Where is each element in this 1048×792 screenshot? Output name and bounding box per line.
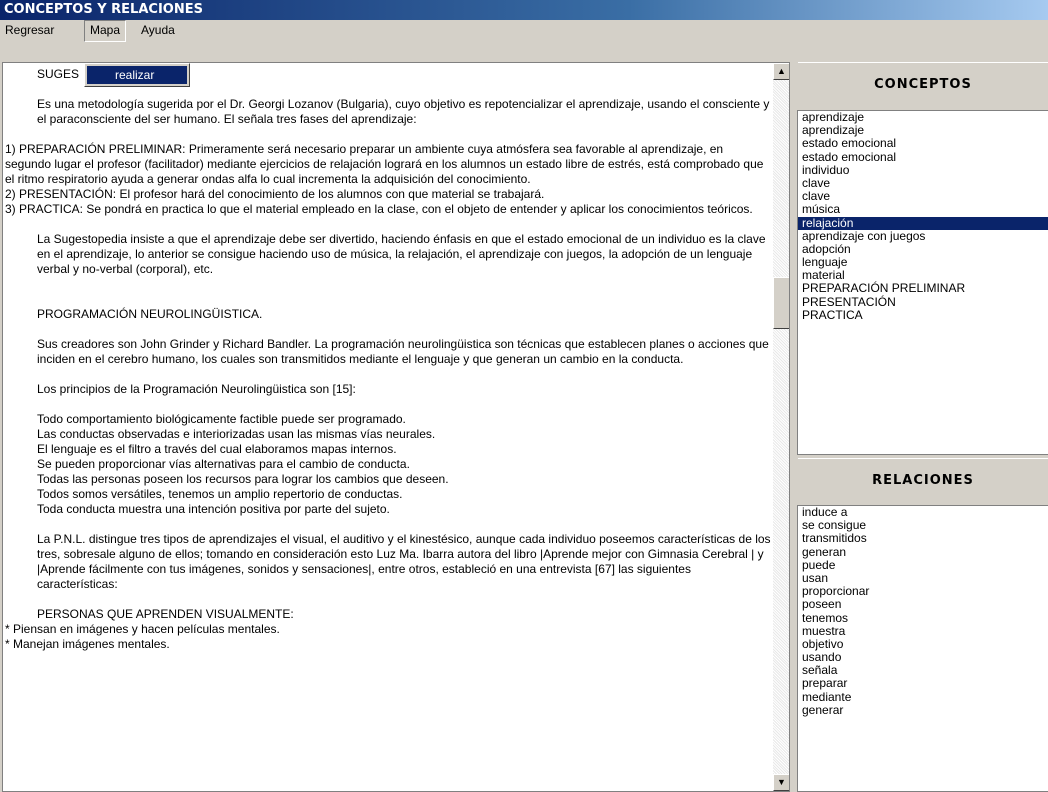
document-blank-line <box>5 277 771 292</box>
relaciones-list-item[interactable]: generan <box>798 545 1048 559</box>
document-paragraph: Toda conducta muestra una intención posi… <box>37 502 390 516</box>
document-blank-line <box>5 127 771 142</box>
relaciones-list-item[interactable]: generar <box>798 703 1048 717</box>
menu-regresar[interactable]: Regresar <box>0 20 59 40</box>
conceptos-header: CONCEPTOS <box>798 62 1048 107</box>
conceptos-list-item[interactable]: individuo <box>798 163 1048 177</box>
document-paragraph: 3) PRACTICA: Se pondrá en practica lo qu… <box>5 202 753 216</box>
document-blank-line <box>5 397 771 412</box>
conceptos-list-item[interactable]: aprendizaje con juegos <box>798 229 1048 243</box>
conceptos-list-item[interactable]: relajación <box>798 216 1048 230</box>
document-paragraph: * Manejan imágenes mentales. <box>5 637 170 651</box>
document-paragraph: El lenguaje es el filtro a través del cu… <box>37 442 397 456</box>
window-title: CONCEPTOS Y RELACIONES <box>0 0 1048 20</box>
menu-bar: Regresar Mapa Ayuda <box>0 20 1048 42</box>
conceptos-list-item[interactable]: clave <box>798 176 1048 190</box>
conceptos-list-item[interactable]: estado emocional <box>798 137 1048 150</box>
document-paragraph: PROGRAMACIÓN NEUROLINGÜISTICA. <box>37 307 263 321</box>
document-paragraph: Todas las personas poseen los recursos p… <box>37 472 449 486</box>
document-paragraph: La Sugestopedia insiste a que el aprendi… <box>37 232 766 276</box>
relaciones-list-item[interactable]: tenemos <box>798 611 1048 625</box>
conceptos-list-item[interactable]: PRACTICA <box>798 308 1048 322</box>
document-paragraph: 2) PRESENTACIÓN: El profesor hará del co… <box>5 187 545 201</box>
relaciones-list-item[interactable]: transmitidos <box>798 532 1048 545</box>
menu-item-realizar[interactable]: realizar <box>87 66 187 84</box>
document-blank-line <box>5 217 771 232</box>
scroll-up-arrow-icon[interactable]: ▲ <box>773 63 789 80</box>
document-paragraph: Sus creadores son John Grinder y Richard… <box>37 337 769 366</box>
menu-ayuda[interactable]: Ayuda <box>136 20 180 40</box>
relaciones-list-item[interactable]: puede <box>798 558 1048 572</box>
vertical-scrollbar[interactable]: ▲ ▼ <box>773 63 789 791</box>
document-paragraph: 1) PREPARACIÓN PRELIMINAR: Primeramente … <box>5 142 764 186</box>
document-blank-line <box>5 292 771 307</box>
conceptos-list-item[interactable]: estado emocional <box>798 150 1048 164</box>
document-paragraph: Los principios de la Programación Neurol… <box>37 382 356 396</box>
document-blank-line <box>5 517 771 532</box>
document-paragraph: Las conductas observadas e interiorizada… <box>37 427 436 441</box>
conceptos-list-item[interactable]: PREPARACIÓN PRELIMINAR <box>798 282 1048 295</box>
menu-mapa[interactable]: Mapa <box>84 20 127 42</box>
relaciones-list-item[interactable]: preparar <box>798 677 1048 690</box>
document-paragraph: Todo comportamiento biológicamente facti… <box>37 412 406 426</box>
scroll-down-arrow-icon[interactable]: ▼ <box>773 774 789 791</box>
conceptos-list-item[interactable]: música <box>798 203 1048 216</box>
relaciones-header: RELACIONES <box>798 458 1048 503</box>
document-paragraph: Se pueden proporcionar vías alternativas… <box>37 457 410 471</box>
relaciones-list-item[interactable]: mediante <box>798 690 1048 704</box>
mapa-dropdown-menu: realizar <box>84 63 190 87</box>
document-text: SUGES Es una metodología sugerida por el … <box>5 67 771 652</box>
scrollbar-thumb[interactable] <box>773 277 789 329</box>
conceptos-list-item[interactable]: PRESENTACIÓN <box>798 295 1048 309</box>
relaciones-listbox[interactable]: induce a se consigue transmitidos generan pu… <box>797 505 1048 792</box>
document-blank-line <box>5 322 771 337</box>
document-blank-line <box>5 592 771 607</box>
document-blank-line <box>5 367 771 382</box>
document-paragraph: PERSONAS QUE APRENDEN VISUALMENTE: <box>37 607 294 621</box>
document-text-panel[interactable]: SUGES Es una metodología sugerida por el … <box>2 62 790 792</box>
document-paragraph: * Piensan en imágenes y hacen películas … <box>5 622 280 636</box>
conceptos-listbox[interactable]: aprendizaje aprendizaje estado emocional es… <box>797 110 1048 455</box>
relaciones-list-item[interactable]: muestra <box>798 624 1048 638</box>
document-paragraph: Es una metodología sugerida por el Dr. G… <box>37 97 770 126</box>
document-paragraph: La P.N.L. distingue tres tipos de aprend… <box>37 532 771 591</box>
document-paragraph: Todos somos versátiles, tenemos un ampli… <box>37 487 403 501</box>
relaciones-list-item[interactable]: poseen <box>798 598 1048 611</box>
